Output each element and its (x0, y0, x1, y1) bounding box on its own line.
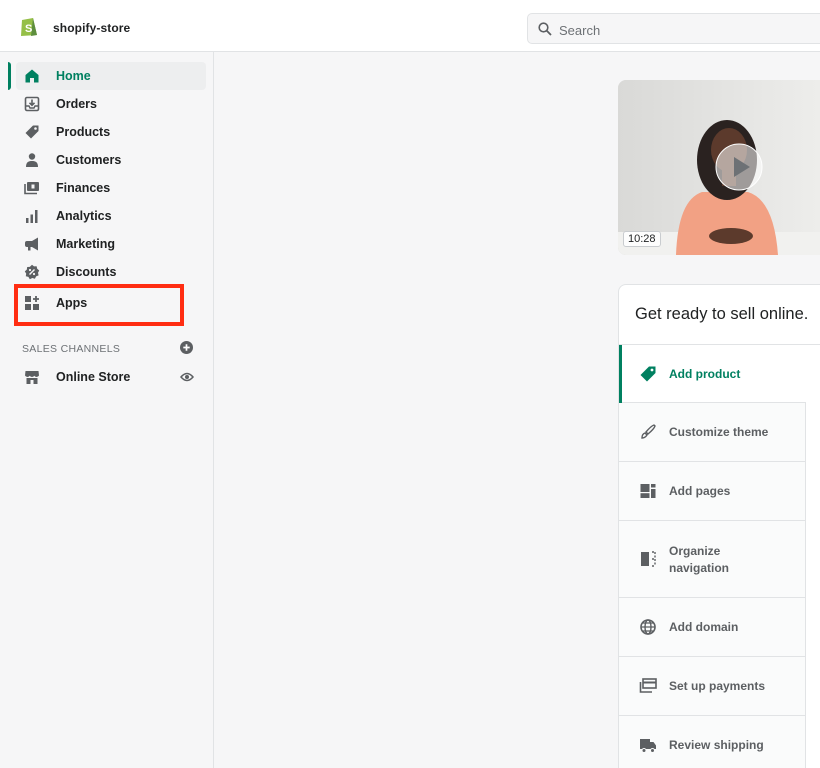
task-add-pages[interactable]: Add pages (619, 462, 806, 521)
apps-icon (25, 296, 39, 310)
sidebar-item-label: Apps (56, 296, 88, 310)
task-label: Review shipping (669, 738, 764, 752)
setup-card-title: Get ready to sell online. (635, 305, 809, 323)
task-label: Add product (669, 367, 741, 381)
sidebar-item-label: Orders (56, 97, 97, 111)
sidebar-item-label: Analytics (56, 209, 112, 223)
active-task-indicator (619, 345, 622, 403)
store-icon (25, 371, 39, 384)
sidebar-item-label: Online Store (56, 370, 131, 384)
sidebar-item-finances[interactable]: Finances (0, 174, 214, 202)
task-label: Customize theme (669, 425, 769, 439)
brush-icon (641, 424, 656, 439)
task-label: Set up payments (669, 679, 766, 693)
sidebar-item-home[interactable]: Home (0, 62, 214, 90)
task-customize-theme[interactable]: Customize theme (619, 403, 806, 462)
sidebar-item-analytics[interactable]: Analytics (0, 202, 214, 230)
task-label: Add pages (669, 484, 731, 498)
bar-chart-icon (26, 210, 38, 223)
search-input[interactable]: Search (527, 13, 820, 44)
task-set-up-payments[interactable]: Set up payments (619, 657, 806, 716)
sidebar-item-apps[interactable]: Apps (0, 289, 214, 317)
task-review-shipping[interactable]: Review shipping (619, 716, 806, 768)
pages-icon (640, 484, 656, 498)
truck-icon (640, 739, 656, 753)
task-label: Add domain (669, 620, 739, 634)
task-add-domain[interactable]: Add domain (619, 598, 806, 657)
tag-icon (640, 366, 656, 382)
sidebar-item-products[interactable]: Products (0, 118, 214, 146)
navigation-icon (641, 551, 656, 567)
task-add-product[interactable]: Add product (619, 345, 806, 403)
sidebar-item-discounts[interactable]: Discounts (0, 258, 214, 286)
person-icon (26, 153, 38, 167)
megaphone-icon (25, 237, 38, 251)
top-bar: S shopify-store Search (0, 0, 820, 52)
home-icon (25, 69, 39, 83)
shopify-logo-icon: S (21, 18, 37, 36)
orders-icon (24, 96, 40, 112)
search-icon (538, 22, 552, 36)
sidebar-item-marketing[interactable]: Marketing (0, 230, 214, 258)
sidebar: Home Orders Products Customers Finances (0, 52, 214, 768)
sidebar-item-label: Finances (56, 181, 111, 195)
sales-channels-title: SALES CHANNELS (22, 343, 121, 355)
eye-icon[interactable] (180, 371, 194, 383)
sidebar-item-customers[interactable]: Customers (0, 146, 214, 174)
sidebar-item-label: Marketing (56, 237, 116, 251)
svg-text:S: S (25, 23, 32, 35)
setup-guide-card: Get ready to sell online. Add product Cu… (618, 284, 820, 768)
video-duration: 10:28 (623, 231, 661, 247)
intro-video-thumbnail[interactable]: 10:28 (618, 80, 820, 255)
payments-icon (639, 678, 657, 693)
globe-icon (640, 619, 656, 635)
sidebar-item-label: Home (56, 69, 91, 83)
finances-icon (24, 182, 39, 195)
search-placeholder: Search (559, 23, 601, 38)
sidebar-item-label: Customers (56, 153, 122, 167)
play-icon[interactable] (715, 143, 763, 191)
sidebar-item-label: Products (56, 125, 111, 139)
add-sales-channel-icon[interactable] (180, 341, 193, 354)
task-label: Organize navigation (669, 544, 730, 575)
sidebar-item-orders[interactable]: Orders (0, 90, 214, 118)
task-organize-navigation[interactable]: Organize navigation (619, 521, 806, 598)
tag-icon (25, 125, 39, 139)
discount-icon (24, 264, 40, 280)
store-name[interactable]: shopify-store (53, 21, 130, 35)
sidebar-item-label: Discounts (56, 265, 117, 279)
